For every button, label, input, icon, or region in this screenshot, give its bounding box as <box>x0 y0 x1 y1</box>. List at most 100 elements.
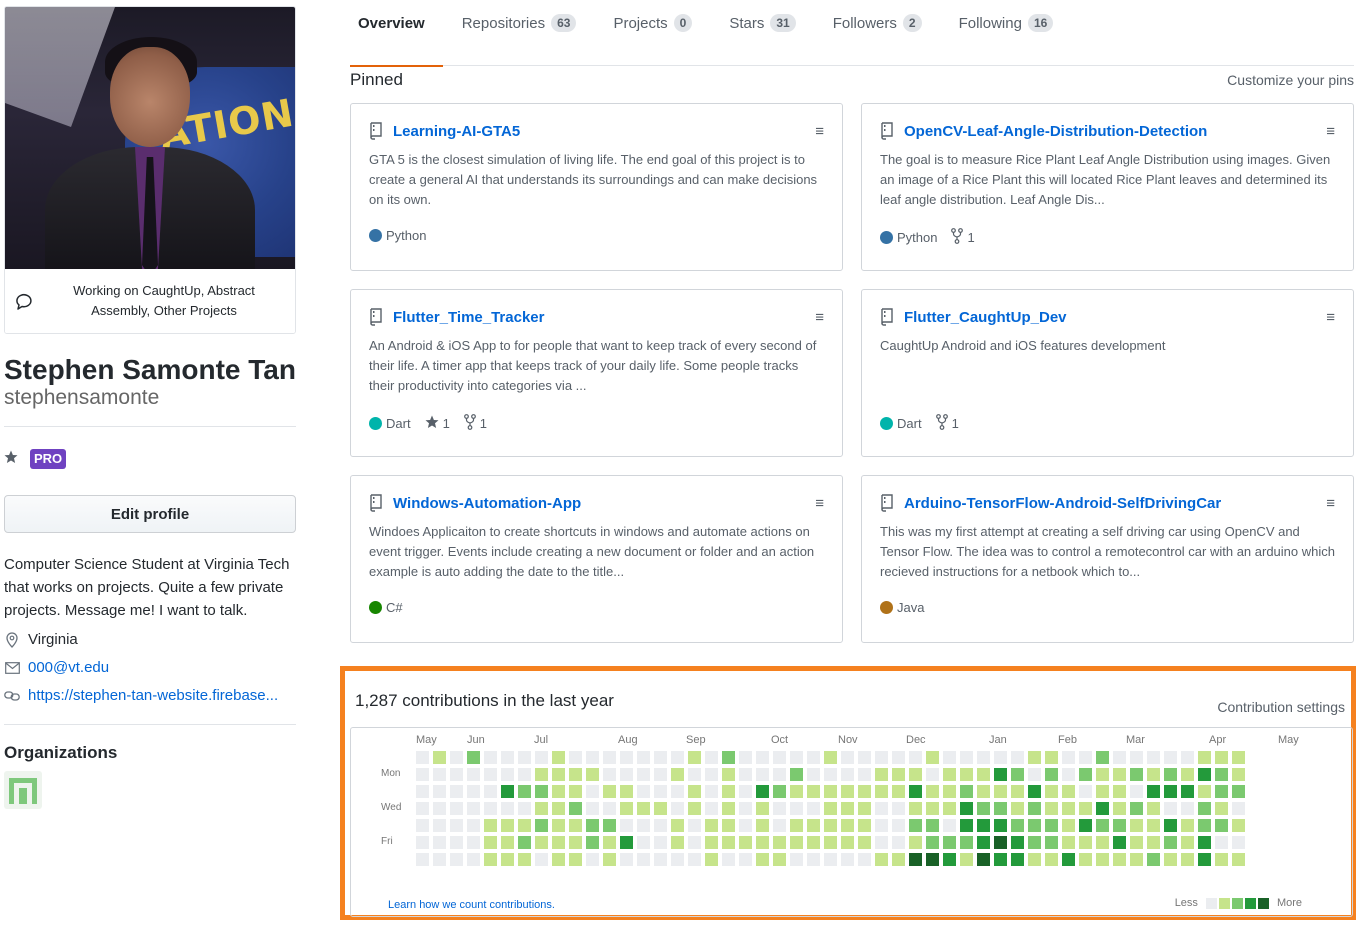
contribution-day[interactable] <box>1198 853 1211 866</box>
contribution-day[interactable] <box>671 768 684 781</box>
contribution-day[interactable] <box>416 802 429 815</box>
contribution-day[interactable] <box>1164 768 1177 781</box>
tab-stars[interactable]: Stars 31 <box>711 0 813 66</box>
contribution-day[interactable] <box>620 836 633 849</box>
contribution-day[interactable] <box>722 751 735 764</box>
contribution-day[interactable] <box>1079 802 1092 815</box>
contribution-day[interactable] <box>433 853 446 866</box>
contribution-day[interactable] <box>620 751 633 764</box>
contribution-day[interactable] <box>1079 768 1092 781</box>
contribution-day[interactable] <box>977 802 990 815</box>
contribution-day[interactable] <box>433 819 446 832</box>
contribution-day[interactable] <box>1096 768 1109 781</box>
contribution-day[interactable] <box>603 768 616 781</box>
repo-forks[interactable]: 1 <box>935 414 959 433</box>
contribution-day[interactable] <box>824 819 837 832</box>
contribution-day[interactable] <box>960 768 973 781</box>
contribution-day[interactable] <box>484 853 497 866</box>
contribution-day[interactable] <box>739 853 752 866</box>
contribution-day[interactable] <box>1164 785 1177 798</box>
email-link[interactable]: 000@vt.edu <box>28 654 109 682</box>
contribution-day[interactable] <box>518 751 531 764</box>
contribution-day[interactable] <box>1215 785 1228 798</box>
contribution-day[interactable] <box>773 819 786 832</box>
contribution-day[interactable] <box>1045 768 1058 781</box>
contribution-day[interactable] <box>1079 751 1092 764</box>
contribution-day[interactable] <box>671 802 684 815</box>
contribution-day[interactable] <box>705 836 718 849</box>
contribution-day[interactable] <box>722 802 735 815</box>
contribution-day[interactable] <box>688 751 701 764</box>
contribution-day[interactable] <box>1045 819 1058 832</box>
contribution-day[interactable] <box>1028 751 1041 764</box>
contribution-day[interactable] <box>1113 836 1126 849</box>
contribution-day[interactable] <box>926 802 939 815</box>
contribution-day[interactable] <box>739 768 752 781</box>
contribution-day[interactable] <box>977 819 990 832</box>
contribution-day[interactable] <box>994 802 1007 815</box>
contribution-day[interactable] <box>688 768 701 781</box>
contribution-day[interactable] <box>671 853 684 866</box>
contribution-day[interactable] <box>1011 785 1024 798</box>
contribution-day[interactable] <box>909 836 922 849</box>
contribution-day[interactable] <box>773 802 786 815</box>
contribution-day[interactable] <box>654 836 667 849</box>
contribution-day[interactable] <box>960 802 973 815</box>
repo-forks[interactable]: 1 <box>951 228 975 247</box>
contribution-day[interactable] <box>416 751 429 764</box>
contribution-day[interactable] <box>654 819 667 832</box>
contribution-day[interactable] <box>790 802 803 815</box>
contribution-day[interactable] <box>807 751 820 764</box>
contribution-day[interactable] <box>1215 819 1228 832</box>
contribution-day[interactable] <box>467 819 480 832</box>
contribution-day[interactable] <box>535 836 548 849</box>
contribution-day[interactable] <box>1113 785 1126 798</box>
contribution-day[interactable] <box>467 853 480 866</box>
contribution-day[interactable] <box>416 819 429 832</box>
contribution-day[interactable] <box>518 819 531 832</box>
contribution-day[interactable] <box>1147 836 1160 849</box>
repo-forks[interactable]: 1 <box>463 414 487 433</box>
contribution-day[interactable] <box>1147 768 1160 781</box>
repo-name-link[interactable]: Flutter_CaughtUp_Dev <box>904 309 1326 326</box>
contribution-day[interactable] <box>416 836 429 849</box>
contribution-day[interactable] <box>909 751 922 764</box>
contribution-day[interactable] <box>1181 853 1194 866</box>
contribution-day[interactable] <box>450 819 463 832</box>
contribution-day[interactable] <box>1079 819 1092 832</box>
contribution-day[interactable] <box>841 853 854 866</box>
contribution-day[interactable] <box>722 836 735 849</box>
contribution-day[interactable] <box>637 785 650 798</box>
contribution-day[interactable] <box>1198 785 1211 798</box>
contribution-day[interactable] <box>1113 751 1126 764</box>
contribution-day[interactable] <box>586 768 599 781</box>
contribution-day[interactable] <box>535 768 548 781</box>
contribution-day[interactable] <box>535 751 548 764</box>
contribution-day[interactable] <box>586 819 599 832</box>
contribution-day[interactable] <box>875 768 888 781</box>
contribution-day[interactable] <box>1096 785 1109 798</box>
contribution-day[interactable] <box>1113 802 1126 815</box>
contribution-day[interactable] <box>654 751 667 764</box>
contribution-settings-dropdown[interactable]: Contribution settings <box>1217 699 1345 715</box>
contribution-day[interactable] <box>1096 819 1109 832</box>
contribution-day[interactable] <box>1062 853 1075 866</box>
contribution-day[interactable] <box>892 853 905 866</box>
contribution-day[interactable] <box>841 819 854 832</box>
contribution-day[interactable] <box>790 768 803 781</box>
contribution-day[interactable] <box>1181 768 1194 781</box>
contribution-day[interactable] <box>637 819 650 832</box>
contribution-day[interactable] <box>909 768 922 781</box>
contribution-day[interactable] <box>654 853 667 866</box>
contribution-day[interactable] <box>875 802 888 815</box>
contribution-day[interactable] <box>501 785 514 798</box>
contribution-day[interactable] <box>518 785 531 798</box>
contribution-day[interactable] <box>1130 768 1143 781</box>
contribution-day[interactable] <box>722 853 735 866</box>
contribution-day[interactable] <box>569 853 582 866</box>
contribution-day[interactable] <box>586 802 599 815</box>
contribution-day[interactable] <box>552 768 565 781</box>
contribution-day[interactable] <box>790 819 803 832</box>
contribution-day[interactable] <box>926 751 939 764</box>
contribution-day[interactable] <box>705 785 718 798</box>
